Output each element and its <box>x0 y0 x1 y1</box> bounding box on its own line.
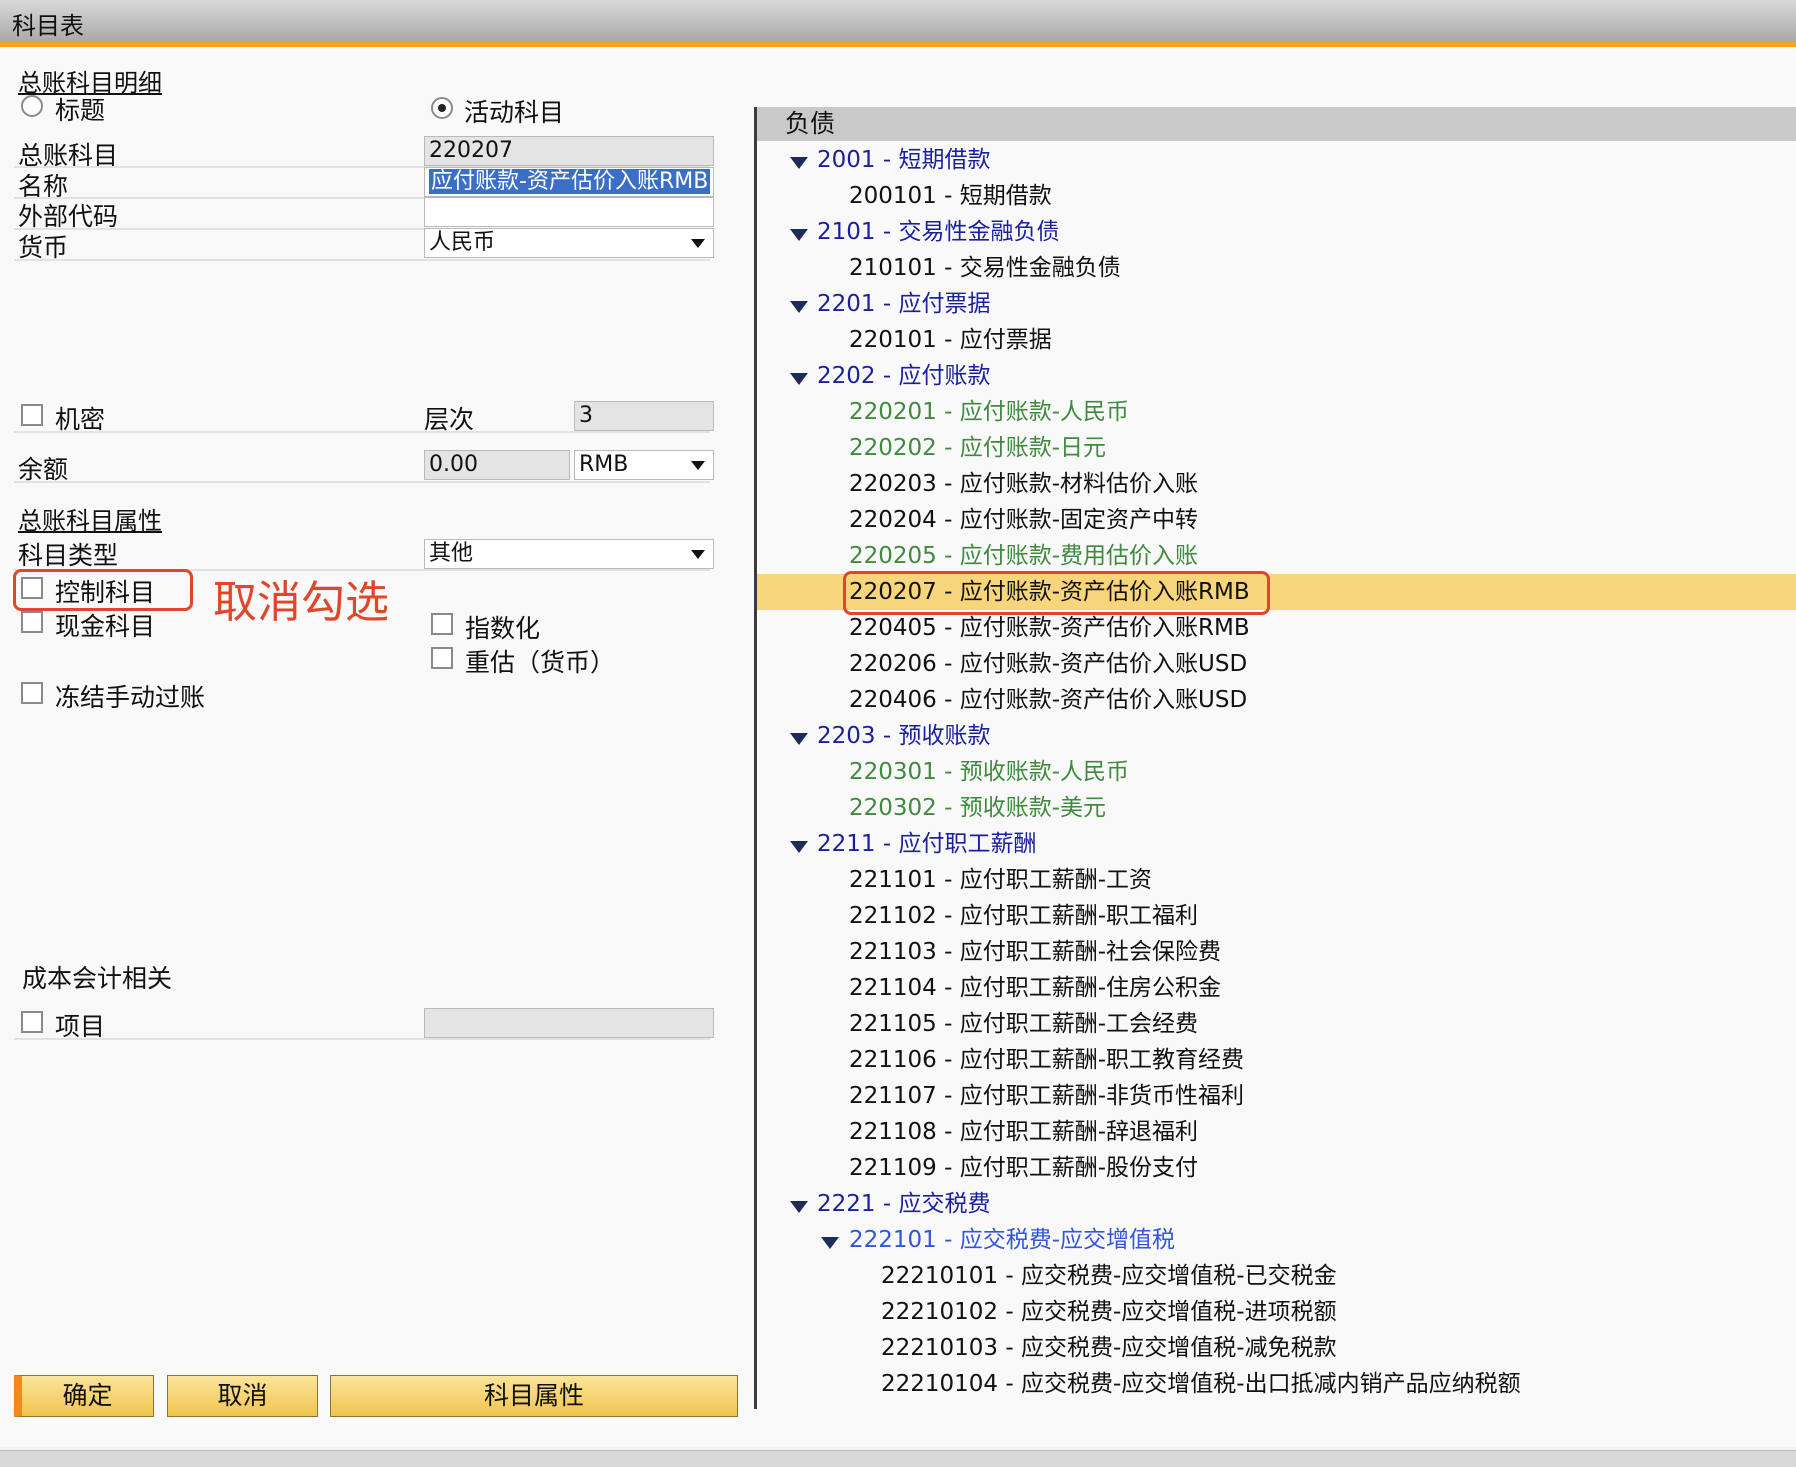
cash-account-label: 现金科目 <box>55 612 156 641</box>
expand-triangle-icon[interactable] <box>790 157 808 169</box>
row-divider <box>14 259 710 261</box>
tree-node-2203[interactable]: 2203 - 预收账款 <box>817 720 990 752</box>
revaluation-label: 重估（货币） <box>465 648 616 677</box>
tree-node-221105[interactable]: 221105 - 应付职工薪酬-工会经费 <box>849 1008 1198 1040</box>
ok-button[interactable]: 确定 <box>14 1375 154 1417</box>
external-code-field[interactable] <box>424 197 714 227</box>
currency-dropdown[interactable]: 人民币 <box>424 228 714 258</box>
annotation-uncheck: 取消勾选 <box>213 577 389 628</box>
tree-node-220207-selected[interactable]: 220207 - 应付账款-资产估价入账RMB <box>849 576 1250 608</box>
tree-node-220405[interactable]: 220405 - 应付账款-资产估价入账RMB <box>849 612 1250 644</box>
indexed-label: 指数化 <box>465 614 541 643</box>
row-divider <box>14 431 710 433</box>
level-field[interactable]: 3 <box>574 401 714 431</box>
window-titlebar: 科目表 <box>0 0 1796 47</box>
pane-divider[interactable] <box>754 107 757 1409</box>
expand-triangle-icon[interactable] <box>790 229 808 241</box>
name-field-text: 应付账款-资产估价入账RMB <box>429 169 711 194</box>
indexed-checkbox[interactable] <box>431 613 453 635</box>
project-checkbox[interactable] <box>21 1011 43 1033</box>
tree-node-2211[interactable]: 2211 - 应付职工薪酬 <box>817 828 1036 860</box>
tree-node-220101[interactable]: 220101 - 应付票据 <box>849 324 1052 356</box>
tree-node-220202[interactable]: 220202 - 应付账款-日元 <box>849 432 1106 464</box>
account-type-dropdown[interactable]: 其他 <box>424 539 714 569</box>
revaluation-checkbox[interactable] <box>431 647 453 669</box>
tree-node-221103[interactable]: 221103 - 应付职工薪酬-社会保险费 <box>849 936 1221 968</box>
radio-title[interactable] <box>21 95 43 117</box>
tree-node-220203[interactable]: 220203 - 应付账款-材料估价入账 <box>849 468 1198 500</box>
tree-node-221106[interactable]: 221106 - 应付职工薪酬-职工教育经费 <box>849 1044 1244 1076</box>
tree-node-220201[interactable]: 220201 - 应付账款-人民币 <box>849 396 1129 428</box>
section-properties-heading: 总账科目属性 <box>18 507 162 535</box>
tree-node-221107[interactable]: 221107 - 应付职工薪酬-非货币性福利 <box>849 1080 1244 1112</box>
window-title: 科目表 <box>12 12 84 40</box>
tree-node-2201[interactable]: 2201 - 应付票据 <box>817 288 990 320</box>
cash-account-checkbox[interactable] <box>21 611 43 633</box>
account-type-label: 科目类型 <box>18 541 119 570</box>
chevron-down-icon <box>691 550 705 559</box>
account-properties-button[interactable]: 科目属性 <box>330 1375 738 1417</box>
row-divider <box>14 1038 710 1040</box>
expand-triangle-icon[interactable] <box>790 373 808 385</box>
chevron-down-icon <box>691 461 705 470</box>
tree-node-2221[interactable]: 2221 - 应交税费 <box>817 1188 990 1220</box>
tree-node-220206[interactable]: 220206 - 应付账款-资产估价入账USD <box>849 648 1247 680</box>
tree-node-220301[interactable]: 220301 - 预收账款-人民币 <box>849 756 1129 788</box>
main-panel: 总账科目明细 标题 活动科目 总账科目 220207 名称 应付账款-资产估价入… <box>0 47 1796 1447</box>
cost-accounting-heading: 成本会计相关 <box>22 964 173 993</box>
tree-node-220406[interactable]: 220406 - 应付账款-资产估价入账USD <box>849 684 1247 716</box>
status-strip <box>0 1450 1796 1467</box>
balance-currency-dropdown[interactable]: RMB <box>574 450 714 480</box>
tree-node-220302[interactable]: 220302 - 预收账款-美元 <box>849 792 1106 824</box>
tree-node-210101[interactable]: 210101 - 交易性金融负债 <box>849 252 1121 284</box>
gl-account-field[interactable]: 220207 <box>424 136 714 166</box>
confidential-checkbox[interactable] <box>21 404 43 426</box>
project-field[interactable] <box>424 1008 714 1038</box>
balance-currency-value: RMB <box>579 452 629 477</box>
tree-node-220205[interactable]: 220205 - 应付账款-费用估价入账 <box>849 540 1198 572</box>
tree-node-221102[interactable]: 221102 - 应付职工薪酬-职工福利 <box>849 900 1198 932</box>
row-divider <box>14 481 710 483</box>
tree-node-2001[interactable]: 2001 - 短期借款 <box>817 144 990 176</box>
tree-node-221101[interactable]: 221101 - 应付职工薪酬-工资 <box>849 864 1152 896</box>
expand-triangle-icon[interactable] <box>790 733 808 745</box>
radio-title-label: 标题 <box>55 96 106 125</box>
tree-node-222101[interactable]: 222101 - 应交税费-应交增值税 <box>849 1224 1175 1256</box>
block-manual-posting-label: 冻结手动过账 <box>55 683 206 712</box>
tree-node-22210103[interactable]: 22210103 - 应交税费-应交增值税-减免税款 <box>881 1332 1337 1364</box>
tree-node-221109[interactable]: 221109 - 应付职工薪酬-股份支付 <box>849 1152 1198 1184</box>
name-field[interactable]: 应付账款-资产估价入账RMB <box>424 167 714 197</box>
balance-field[interactable]: 0.00 <box>424 450 570 480</box>
tree-node-221104[interactable]: 221104 - 应付职工薪酬-住房公积金 <box>849 972 1221 1004</box>
tree-header: 负债 <box>757 107 1796 141</box>
tree-node-220204[interactable]: 220204 - 应付账款-固定资产中转 <box>849 504 1198 536</box>
block-manual-posting-checkbox[interactable] <box>21 682 43 704</box>
radio-active-account[interactable] <box>431 97 453 119</box>
chevron-down-icon <box>691 239 705 248</box>
tree-node-22210104[interactable]: 22210104 - 应交税费-应交增值税-出口抵减内销产品应纳税额 <box>881 1368 1521 1400</box>
expand-triangle-icon[interactable] <box>790 301 808 313</box>
radio-active-label: 活动科目 <box>464 98 565 127</box>
tree-node-2202[interactable]: 2202 - 应付账款 <box>817 360 990 392</box>
account-type-value: 其他 <box>429 541 474 566</box>
currency-value: 人民币 <box>429 230 496 255</box>
tree-node-200101[interactable]: 200101 - 短期借款 <box>849 180 1052 212</box>
tree-node-2101[interactable]: 2101 - 交易性金融负债 <box>817 216 1059 248</box>
tree-node-22210101[interactable]: 22210101 - 应交税费-应交增值税-已交税金 <box>881 1260 1337 1292</box>
expand-triangle-icon[interactable] <box>821 1237 839 1249</box>
expand-triangle-icon[interactable] <box>790 841 808 853</box>
tree-node-221108[interactable]: 221108 - 应付职工薪酬-辞退福利 <box>849 1116 1198 1148</box>
expand-triangle-icon[interactable] <box>790 1201 808 1213</box>
tree-node-22210102[interactable]: 22210102 - 应交税费-应交增值税-进项税额 <box>881 1296 1337 1328</box>
cancel-button[interactable]: 取消 <box>167 1375 318 1417</box>
highlight-box-control-account <box>13 569 193 611</box>
